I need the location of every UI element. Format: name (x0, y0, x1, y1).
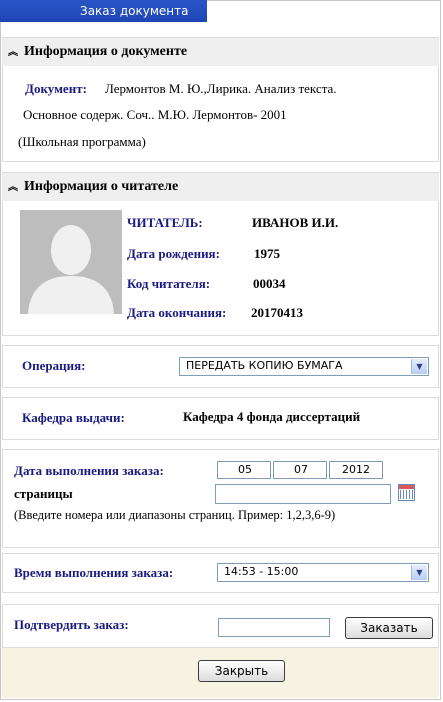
doc-line-3: (Школьная программа) (18, 134, 146, 149)
doc-label: Документ: (25, 81, 87, 96)
chevron-down-icon[interactable]: ▼ (411, 565, 427, 580)
reader-code-value: 00034 (253, 276, 286, 291)
end-date-value: 20170413 (251, 305, 303, 320)
doc-line-2: Основное содерж. Соч.. М.Ю. Лермонтов- 2… (23, 107, 287, 122)
reader-avatar (20, 210, 122, 314)
department-label: Кафедра выдачи: (22, 410, 125, 425)
order-time-selected-value: 14:53 - 15:00 (224, 565, 299, 578)
reader-section-header[interactable]: ︽ Информация о читателе (2, 172, 439, 202)
person-silhouette-icon (20, 210, 122, 314)
operation-select[interactable]: ПЕРЕДАТЬ КОПИЮ БУМАГА ▼ (179, 357, 429, 376)
birth-date-value: 1975 (254, 246, 280, 261)
reader-name-value: ИВАНОВ И.И. (252, 215, 339, 230)
department-value: Кафедра 4 фонда диссертаций (183, 409, 361, 424)
reader-section-title: Информация о читателе (24, 179, 179, 194)
chevron-down-icon[interactable]: ▼ (411, 359, 427, 374)
close-button[interactable]: Закрыть (198, 660, 285, 682)
doc-line-1: Лермонтов М. Ю.,Лирика. Анализ текста. (105, 81, 337, 96)
pages-hint: (Введите номера или диапазоны страниц. П… (14, 508, 336, 522)
order-month-input[interactable]: 07 (273, 461, 327, 479)
end-date-label: Дата окончания: (127, 305, 227, 320)
confirm-label: Подтвердить заказ: (14, 617, 129, 632)
operation-label: Операция: (22, 358, 86, 373)
collapse-icon[interactable]: ︽ (8, 174, 18, 202)
order-button[interactable]: Заказать (345, 617, 433, 639)
window-title: Заказ документа (0, 0, 207, 22)
order-time-label: Время выполнения заказа: (14, 565, 174, 580)
reader-name-label: ЧИТАТЕЛЬ: (127, 215, 203, 230)
doc-section-title: Информация о документе (24, 44, 188, 59)
order-time-select[interactable]: 14:53 - 15:00 ▼ (217, 563, 429, 582)
reader-code-label: Код читателя: (127, 276, 211, 291)
order-year-input[interactable]: 2012 (329, 461, 383, 479)
order-date-label: Дата выполнения заказа: (14, 463, 164, 478)
calendar-icon[interactable] (398, 484, 415, 501)
order-day-input[interactable]: 05 (217, 461, 271, 479)
doc-section-header[interactable]: ︽ Информация о документе (2, 37, 439, 67)
operation-selected-value: ПЕРЕДАТЬ КОПИЮ БУМАГА (186, 359, 343, 372)
pages-input[interactable] (215, 484, 391, 504)
birth-date-label: Дата рождения: (127, 246, 220, 261)
pages-label: страницы (14, 486, 73, 501)
confirm-input[interactable] (218, 618, 330, 637)
collapse-icon[interactable]: ︽ (8, 39, 18, 67)
